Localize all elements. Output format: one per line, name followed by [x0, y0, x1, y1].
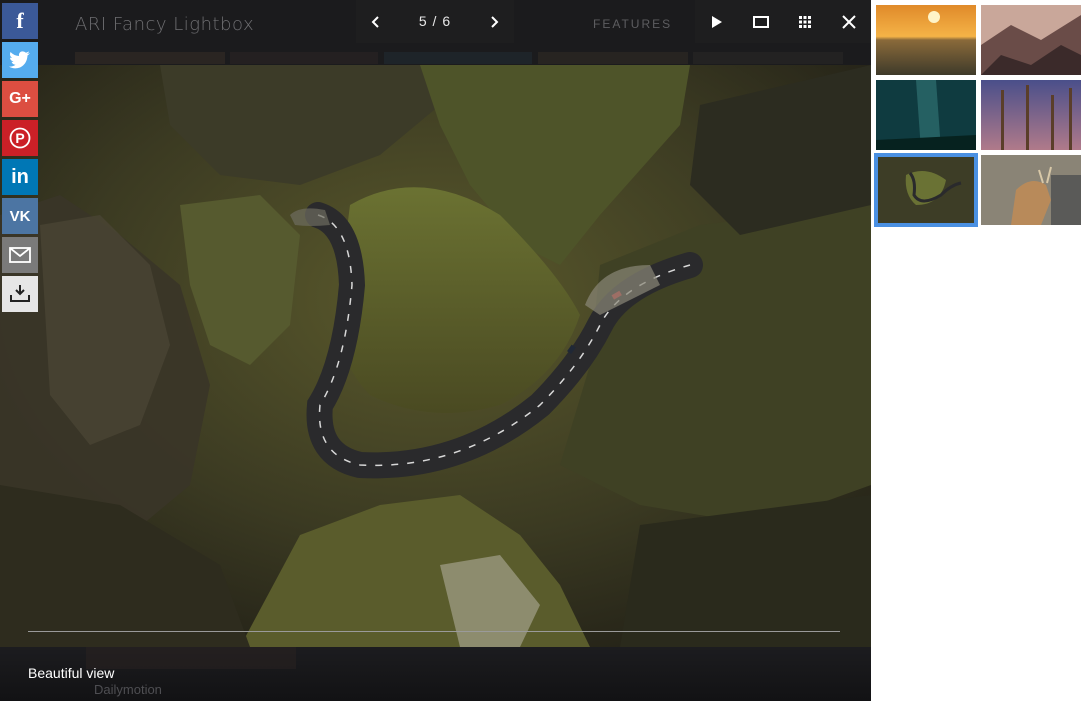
caption-divider: [28, 631, 840, 632]
thumbnail-3[interactable]: [876, 80, 976, 150]
image-caption: Beautiful view: [28, 665, 115, 681]
thumbnails-toggle-button[interactable]: [783, 0, 827, 43]
bg-strip: [384, 52, 532, 64]
navigation-bar: 5 / 6: [356, 0, 514, 43]
lightbox-image[interactable]: [0, 65, 871, 647]
share-pinterest-button[interactable]: P: [2, 120, 38, 156]
slide-counter: 5 / 6: [418, 13, 452, 29]
thumbnail-4[interactable]: [981, 80, 1081, 150]
fullscreen-icon: [753, 15, 769, 28]
fullscreen-button[interactable]: [739, 0, 783, 43]
share-vk-button[interactable]: VK: [2, 198, 38, 234]
thumbnail-panel: [871, 0, 1083, 701]
play-icon: [712, 15, 722, 28]
linkedin-icon: in: [11, 165, 29, 188]
svg-text:P: P: [15, 130, 24, 146]
background-thumb-peek: [86, 647, 296, 669]
pinterest-icon: P: [9, 127, 31, 149]
share-email-button[interactable]: [2, 237, 38, 273]
prev-button[interactable]: [356, 0, 396, 43]
close-button[interactable]: [827, 0, 871, 43]
bg-strip: [75, 52, 225, 64]
bg-strip: [538, 52, 688, 64]
share-google-plus-button[interactable]: G+: [2, 81, 38, 117]
toolbar: [695, 0, 871, 43]
bg-strip: [693, 52, 843, 64]
download-button[interactable]: [2, 276, 38, 312]
facebook-icon: f: [16, 8, 24, 33]
chevron-right-icon: [491, 15, 499, 28]
thumbnail-6[interactable]: [981, 155, 1081, 225]
site-title: ARI Fancy Lightbox: [75, 14, 255, 35]
grid-icon: [799, 15, 811, 28]
thumbnail-1[interactable]: [876, 5, 976, 75]
share-twitter-button[interactable]: [2, 42, 38, 78]
menu-item-features: FEATURES: [593, 17, 673, 31]
slideshow-play-button[interactable]: [695, 0, 739, 43]
background-video-label: Dailymotion: [94, 682, 162, 697]
thumbnail-2[interactable]: [981, 5, 1081, 75]
email-icon: [9, 247, 31, 263]
next-button[interactable]: [474, 0, 514, 43]
thumbnail-5-active[interactable]: [874, 153, 978, 227]
chevron-left-icon: [371, 15, 379, 28]
close-icon: [842, 14, 856, 29]
download-icon: [10, 285, 30, 302]
google-plus-icon: G+: [9, 90, 31, 107]
vk-icon: VK: [9, 207, 31, 225]
share-facebook-button[interactable]: f: [2, 3, 38, 39]
bg-strip: [230, 52, 378, 64]
share-linkedin-button[interactable]: in: [2, 159, 38, 195]
twitter-icon: [9, 51, 30, 69]
